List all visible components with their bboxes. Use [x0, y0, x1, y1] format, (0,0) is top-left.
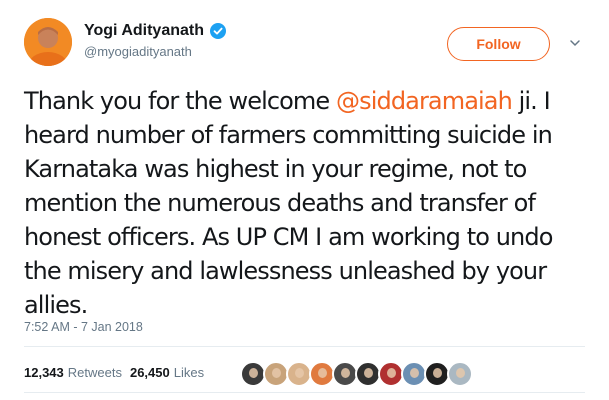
liker-face-icon: [295, 368, 304, 378]
liker-face-icon: [433, 368, 442, 378]
divider: [24, 392, 585, 393]
tweet-text: Thank you for the welcome @siddaramaiah …: [24, 84, 594, 322]
mention-link[interactable]: @siddaramaiah: [336, 87, 513, 115]
tweet-timestamp[interactable]: 7:52 AM - 7 Jan 2018: [24, 320, 143, 334]
liker-face-icon: [387, 368, 396, 378]
liker-face-icon: [410, 368, 419, 378]
retweets-count: 12,343: [24, 365, 64, 380]
user-info: Yogi Adityanath @myogiadityanath: [84, 22, 226, 59]
display-name[interactable]: Yogi Adityanath: [84, 22, 204, 40]
liker-face-icon: [272, 368, 281, 378]
liker-face-icon: [456, 368, 465, 378]
retweets-label: Retweets: [67, 365, 122, 380]
verified-badge-icon: [210, 23, 226, 39]
liker-face-icon: [249, 368, 258, 378]
liker-face-icon: [341, 368, 350, 378]
tweet-stats: 12,343 Retweets 26,450 Likes: [24, 365, 204, 380]
user-handle[interactable]: @myogiadityanath: [84, 44, 226, 59]
liker-avatars: [240, 361, 473, 387]
likes-stat[interactable]: 26,450 Likes: [130, 365, 204, 380]
profile-photo-icon: [24, 18, 72, 66]
tweet-text-start: Thank you for the welcome: [24, 87, 337, 115]
avatar[interactable]: [24, 18, 72, 66]
liker-avatar-10[interactable]: [447, 361, 473, 387]
follow-button[interactable]: Follow: [447, 27, 550, 61]
chevron-down-icon[interactable]: [568, 36, 582, 50]
liker-face-icon: [318, 368, 327, 378]
liker-face-icon: [364, 368, 373, 378]
likes-label: Likes: [173, 365, 205, 380]
retweets-stat[interactable]: 12,343 Retweets: [24, 365, 122, 380]
tweet-text-end: ji. I heard number of farmers committing…: [24, 87, 553, 319]
divider: [24, 346, 585, 347]
likes-count: 26,450: [129, 365, 170, 380]
